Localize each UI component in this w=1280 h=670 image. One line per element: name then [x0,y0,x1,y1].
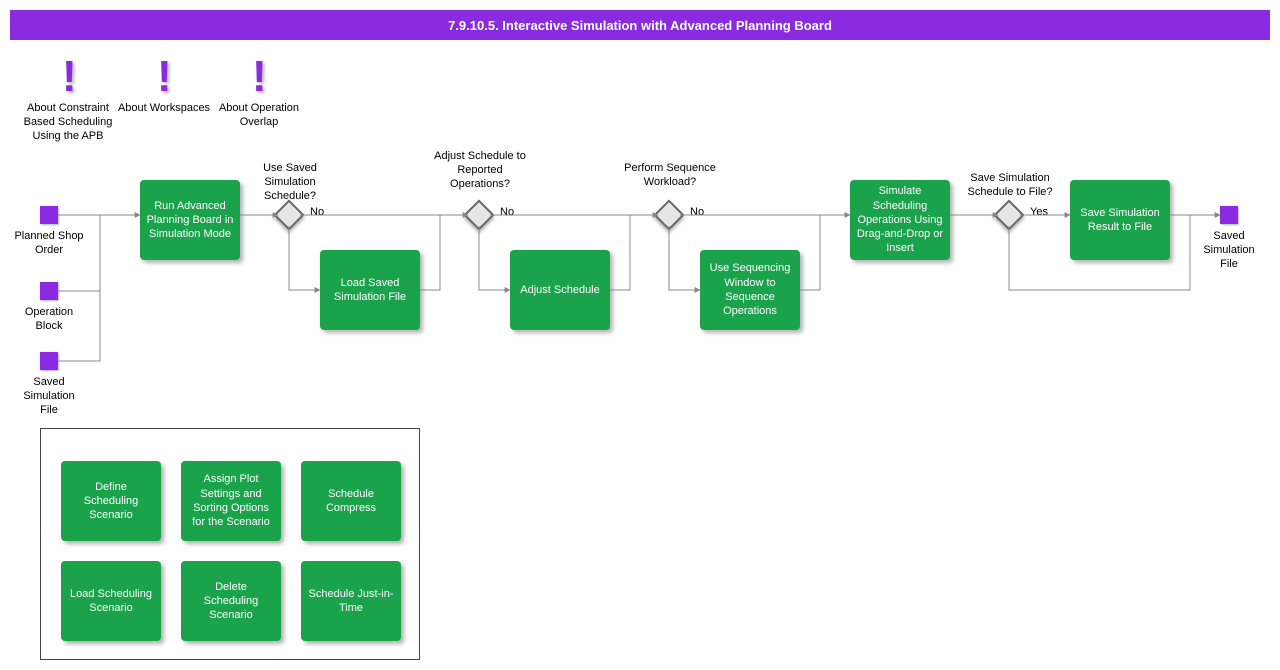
exclamation-icon: ! [62,55,77,99]
decision-label: Perform Sequence Workload? [620,162,720,190]
process-run-apb[interactable]: Run Advanced Planning Board in Simulatio… [140,180,240,260]
decision-adjust [463,199,494,230]
decision-save [993,199,1024,230]
start-node [40,206,58,224]
start-label: Saved Simulation File [14,376,84,417]
exclamation-icon: ! [157,55,172,99]
branch-label: No [690,206,704,218]
end-node [1220,206,1238,224]
sub-process[interactable]: Define Scheduling Scenario [61,461,161,541]
process-sequence[interactable]: Use Sequencing Window to Sequence Operat… [700,250,800,330]
sub-group: Define Scheduling Scenario Assign Plot S… [40,428,420,660]
sub-process[interactable]: Assign Plot Settings and Sorting Options… [181,461,281,541]
branch-label: No [500,206,514,218]
sub-process[interactable]: Schedule Just-in-Time [301,561,401,641]
process-save-result[interactable]: Save Simulation Result to File [1070,180,1170,260]
start-label: Planned Shop Order [14,230,84,258]
process-dragdrop[interactable]: Simulate Scheduling Operations Using Dra… [850,180,950,260]
end-label: Saved Simulation File [1194,230,1264,271]
about-label: About Constraint Based Scheduling Using … [18,102,118,143]
exclamation-icon: ! [252,55,267,99]
sub-process[interactable]: Delete Scheduling Scenario [181,561,281,641]
decision-label: Save Simulation Schedule to File? [960,172,1060,200]
decision-use-saved [273,199,304,230]
start-node [40,282,58,300]
about-label: About Operation Overlap [209,102,309,130]
diagram-canvas: 7.9.10.5. Interactive Simulation with Ad… [0,0,1280,670]
sub-process[interactable]: Load Scheduling Scenario [61,561,161,641]
process-adjust[interactable]: Adjust Schedule [510,250,610,330]
decision-label: Adjust Schedule to Reported Operations? [430,150,530,191]
sub-process[interactable]: Schedule Compress [301,461,401,541]
process-load-saved[interactable]: Load Saved Simulation File [320,250,420,330]
page-title: 7.9.10.5. Interactive Simulation with Ad… [10,10,1270,40]
decision-perform [653,199,684,230]
about-label: About Workspaces [114,102,214,116]
branch-label: No [310,206,324,218]
decision-label: Use Saved Simulation Schedule? [240,162,340,203]
start-node [40,352,58,370]
branch-label: Yes [1030,206,1048,218]
start-label: Operation Block [14,306,84,334]
